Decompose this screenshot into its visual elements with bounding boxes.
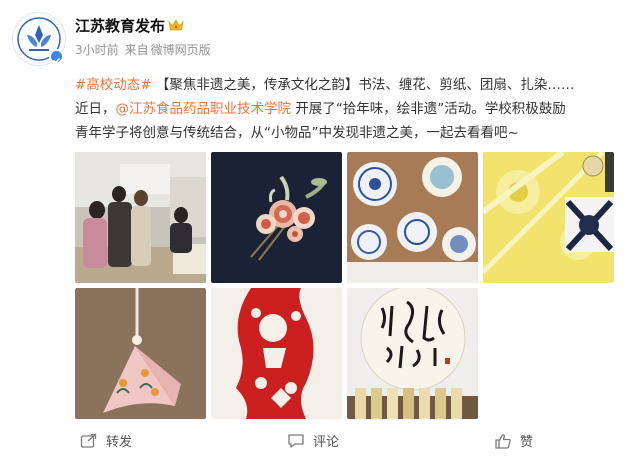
post-text-line-1: #高校动态# 【聚焦非遗之美，传承文化之韵】书法、缠花、剪纸、团扇、扎染…… [75,73,620,97]
photo-students-viewing-icon [75,152,206,283]
crown-icon [168,17,184,36]
post-time[interactable]: 3小时前 [75,43,119,57]
action-bar: 转发 评论 赞 [0,423,634,458]
photo-sachet-icon [75,288,206,419]
post-text-line-2: 近日，@江苏食品药品职业技术学院 开展了“拾年味，绘非遗”活动。学校积极鼓励 [75,97,620,121]
post-source[interactable]: 微博网页版 [151,43,211,57]
post-text-line2-prefix: 近日， [75,101,116,117]
comment-icon [288,433,304,448]
thumbs-up-icon [495,433,511,449]
post-title: 【聚焦非遗之美，传承文化之韵】 [155,77,359,93]
mention-link[interactable]: @江苏食品药品职业技术学院 [116,101,292,117]
image-calligraphy[interactable] [347,288,478,419]
photo-blue-white-fans-icon [347,152,478,283]
image-sachet[interactable] [75,288,206,419]
photo-chanhua-hairpin-icon [211,152,342,283]
source-prefix: 来自 [124,43,149,57]
image-blue-white-fans[interactable] [347,152,478,283]
like-button[interactable]: 赞 [494,431,533,450]
photo-papercut-icon [211,288,342,419]
image-papercut[interactable] [211,288,342,419]
repost-button[interactable]: 转发 [80,431,132,450]
post-text-line1-rest: 书法、缠花、剪纸、团扇、扎染…… [358,77,575,93]
post-text-line-3: 青年学子将创意与传统结合，从“小物品”中发现非遗之美，一起去看看吧~ [75,125,519,141]
image-tie-dye[interactable] [483,152,614,283]
image-chanhua-hairpin[interactable] [211,152,342,283]
comment-label: 评论 [313,435,340,450]
verified-badge-icon [49,49,64,64]
photo-calligraphy-icon [347,288,478,419]
post-text: #高校动态# 【聚焦非遗之美，传承文化之韵】书法、缠花、剪纸、团扇、扎染…… 近… [75,73,620,145]
post-meta: 3小时前 来自 微博网页版 [75,41,217,58]
photo-tie-dye-icon [483,152,614,283]
author-name[interactable]: 江苏教育发布 [75,15,165,36]
post-text-line2-rest: 开展了“拾年味，绘非遗”活动。学校积极鼓励 [291,101,566,117]
hashtag-link[interactable]: #高校动态# [75,77,152,93]
image-students-viewing[interactable] [75,152,206,283]
like-label: 赞 [520,435,534,450]
comment-button[interactable]: 评论 [287,431,339,450]
repost-label: 转发 [106,435,133,450]
repost-icon [80,433,97,448]
